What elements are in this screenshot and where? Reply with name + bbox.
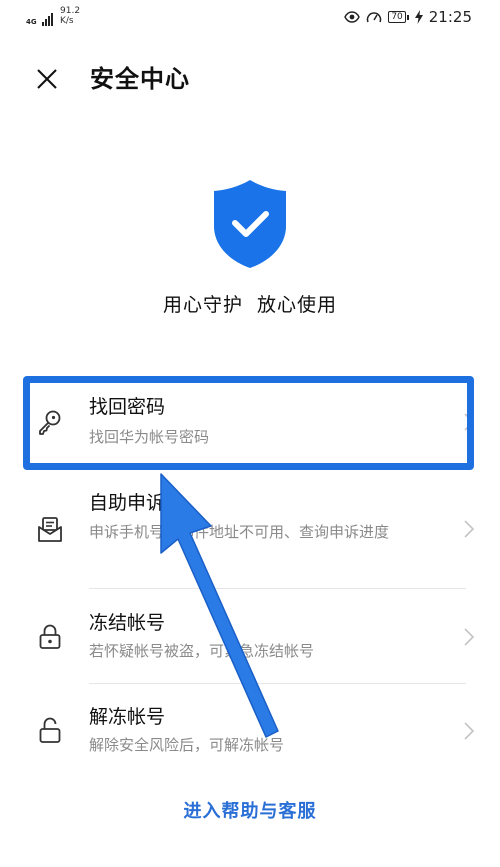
security-center-screen: 4G 91.2 K/s 70 21:25 安全中心 用心守护 放心使用 找回密码… xyxy=(0,0,500,867)
status-bar-right: 70 21:25 xyxy=(344,8,472,26)
speedometer-icon xyxy=(367,12,382,23)
divider xyxy=(89,588,466,589)
slogan: 用心守护 放心使用 xyxy=(162,294,338,316)
clock: 21:25 xyxy=(428,8,472,26)
network-speed-value: 91.2 xyxy=(60,6,81,16)
lock-open-icon xyxy=(39,717,61,743)
network-speed: 91.2 K/s xyxy=(60,6,80,26)
shield-check-icon xyxy=(214,180,286,268)
item-title: 冻结帐号 xyxy=(89,612,166,634)
page-title: 安全中心 xyxy=(90,65,190,93)
divider xyxy=(89,683,466,684)
lock-closed-icon xyxy=(39,624,61,649)
item-title: 找回密码 xyxy=(89,396,166,418)
list-item-freeze-account[interactable]: 冻结帐号 若怀疑帐号被盗，可紧急冻结帐号 xyxy=(0,604,500,674)
chevron-right-icon xyxy=(464,413,475,431)
app-header: 安全中心 xyxy=(0,54,500,104)
item-desc: 若怀疑帐号被盗，可紧急冻结帐号 xyxy=(89,642,315,660)
network-type: 4G xyxy=(26,18,37,26)
key-icon xyxy=(39,410,61,435)
item-title: 解冻帐号 xyxy=(89,706,166,728)
item-desc: 找回华为帐号密码 xyxy=(89,428,210,446)
network-speed-unit: K/s xyxy=(60,16,74,26)
item-desc: 解除安全风险后，可解冻帐号 xyxy=(89,736,285,754)
status-bar-left: 4G 91.2 K/s xyxy=(26,6,80,26)
close-button[interactable] xyxy=(30,62,64,96)
charging-icon xyxy=(414,10,423,24)
help-and-support-link[interactable]: 进入帮助与客服 xyxy=(0,798,500,826)
close-icon xyxy=(37,69,57,89)
appeal-mail-icon xyxy=(38,517,62,542)
item-desc: 申诉手机号或邮件地址不可用、查询申诉进度 xyxy=(89,523,390,541)
eye-icon xyxy=(344,11,361,23)
list-item-recover-password[interactable]: 找回密码 找回华为帐号密码 xyxy=(0,386,500,462)
battery-icon: 70 xyxy=(388,11,409,23)
battery-level: 70 xyxy=(388,11,406,23)
list-item-unfreeze-account[interactable]: 解冻帐号 解除安全风险后，可解冻帐号 xyxy=(0,698,500,768)
status-bar: 4G 91.2 K/s 70 21:25 xyxy=(0,0,500,36)
chevron-right-icon xyxy=(464,628,475,646)
signal-icon xyxy=(42,13,53,26)
list-item-self-appeal[interactable]: 自助申诉 申诉手机号或邮件地址不可用、查询申诉进度 xyxy=(0,486,500,580)
item-title: 自助申诉 xyxy=(89,492,166,514)
chevron-right-icon xyxy=(464,722,475,740)
chevron-right-icon xyxy=(464,520,475,538)
